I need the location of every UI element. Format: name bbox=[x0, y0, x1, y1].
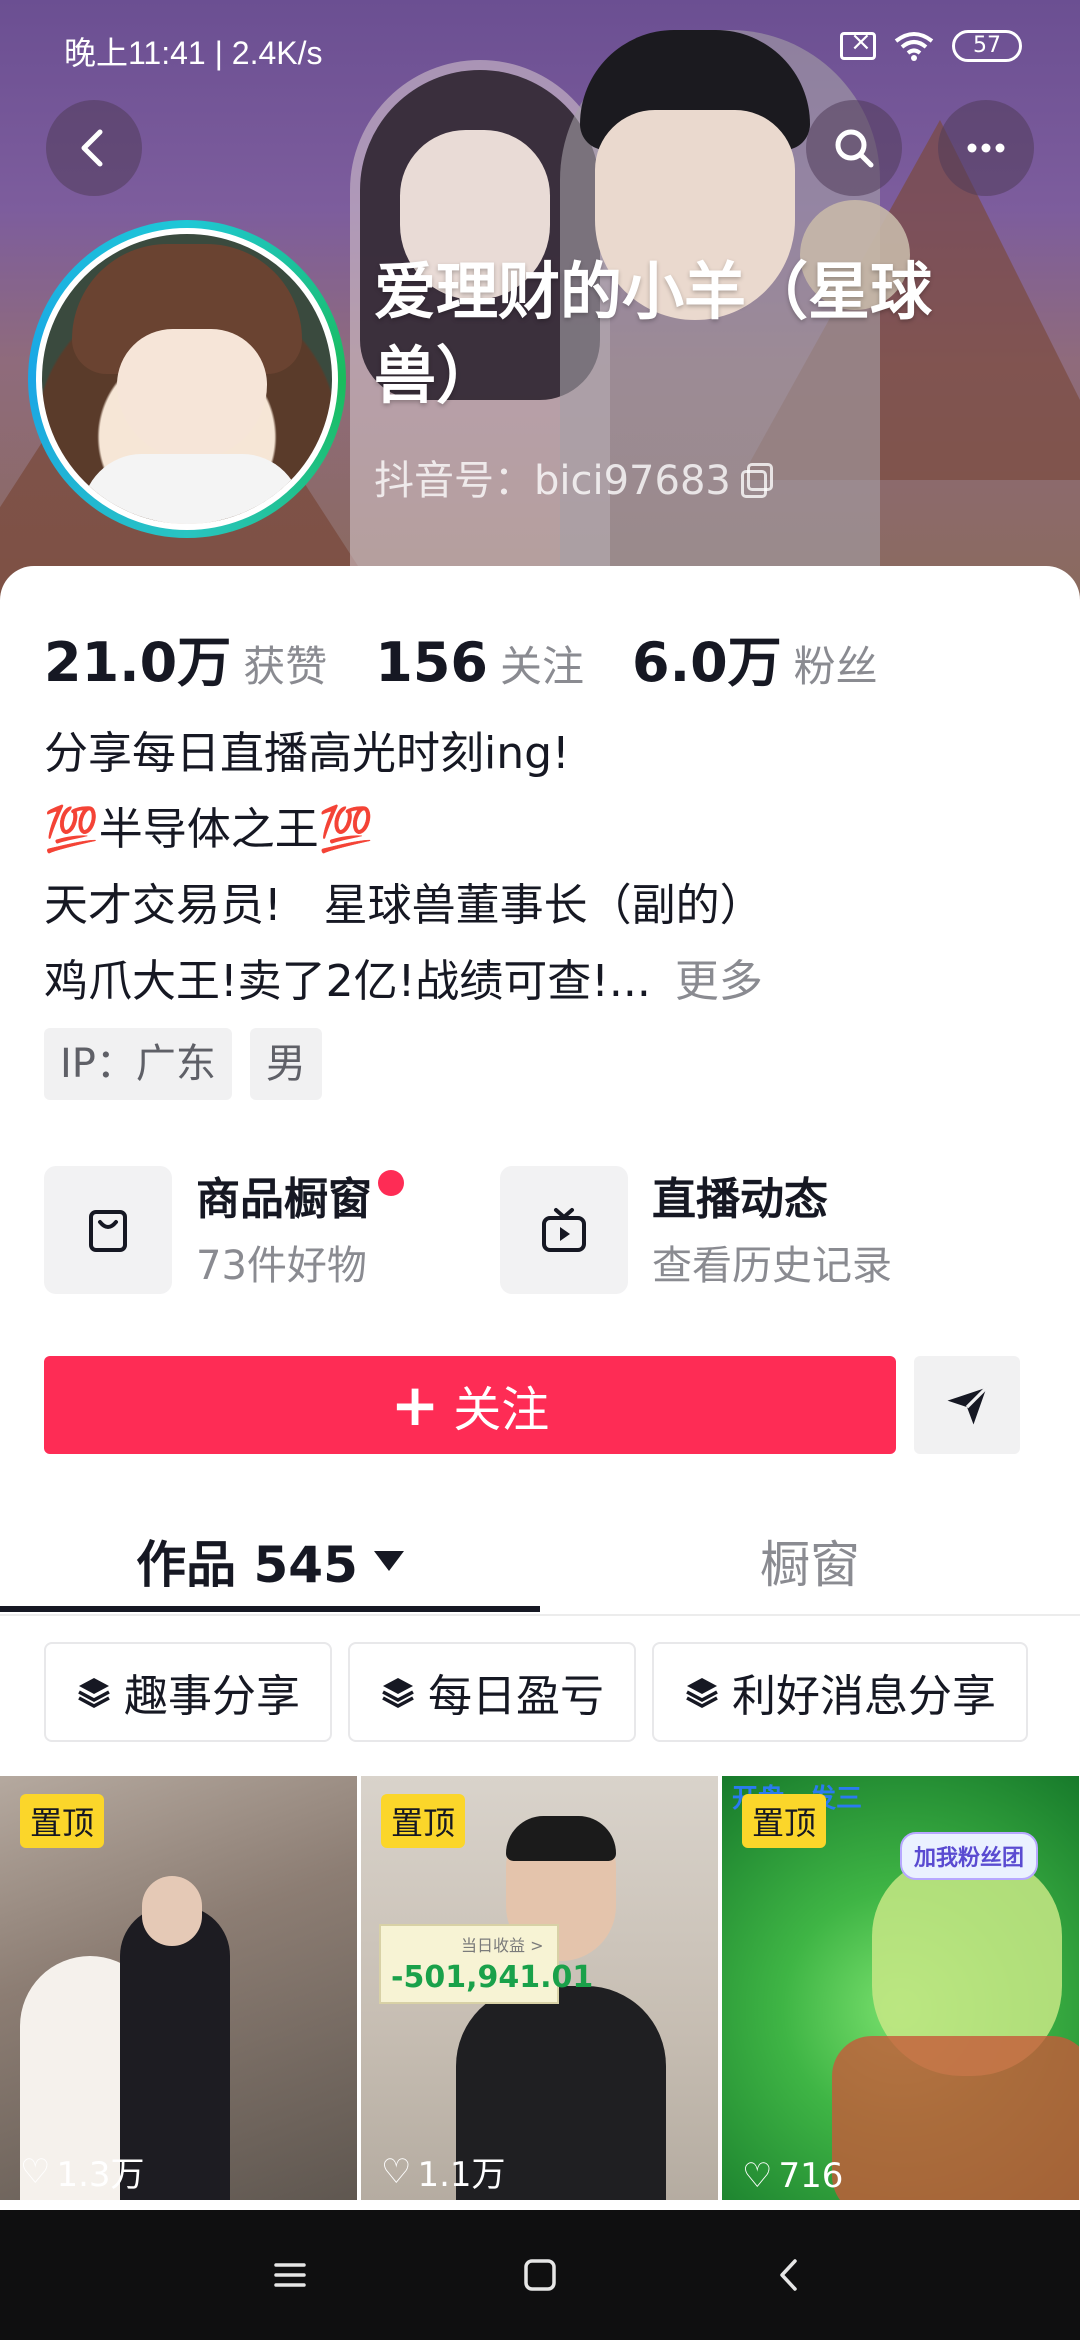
menu-icon[interactable] bbox=[260, 2245, 320, 2305]
pnl-overlay: 当日收益 > -501,941.01 bbox=[379, 1924, 593, 2004]
live-history-entry[interactable]: 直播动态 查看历史记录 bbox=[500, 1166, 892, 1296]
tab-works-label: 作品 545 bbox=[136, 1536, 358, 1594]
stat-following-label[interactable]: 关注 bbox=[500, 633, 584, 694]
collection-chip-pnl[interactable]: 每日盈亏 bbox=[348, 1642, 636, 1742]
tab-shop-window[interactable]: 橱窗 bbox=[540, 1506, 1080, 1616]
collection-chip-news[interactable]: 利好消息分享 bbox=[652, 1642, 1028, 1742]
thumb-scarf bbox=[832, 2036, 1079, 2200]
like-count: ♡ 1.3万 bbox=[20, 2151, 145, 2196]
status-icons: 57 bbox=[840, 27, 1022, 62]
bio[interactable]: 分享每日直播高光时刻ing! 💯半导体之王💯 天才交易员! 星球兽董事长（副的）… bbox=[44, 716, 764, 1020]
avatar-face bbox=[117, 329, 267, 459]
douyin-id-row[interactable]: 抖音号：bici97683 bbox=[374, 448, 773, 506]
collection-chip-label: 每日盈亏 bbox=[428, 1671, 604, 1722]
feature-entries: 商品橱窗 73件好物 直播动态 查看历史记录 bbox=[44, 1166, 1044, 1296]
bio-line-3: 天才交易员! 星球兽董事长（副的） bbox=[44, 880, 764, 931]
layers-icon bbox=[382, 1678, 414, 1708]
stats-row: 21.0万 获赞 156 关注 6.0万 粉丝 bbox=[44, 618, 926, 697]
stat-likes-value: 21.0万 bbox=[44, 631, 232, 694]
fan-club-badge: 加我粉丝团 bbox=[900, 1832, 1039, 1880]
more-button[interactable] bbox=[938, 100, 1034, 196]
status-bar: 晚上11:41 | 2.4K/s 57 bbox=[0, 0, 1080, 95]
thumb-groom-head bbox=[142, 1876, 202, 1946]
profile-card: 21.0万 获赞 156 关注 6.0万 粉丝 分享每日直播高光时刻ing! 💯… bbox=[0, 566, 1080, 2340]
follow-button[interactable]: + 关注 bbox=[44, 1356, 896, 1454]
system-nav-bar bbox=[0, 2210, 1080, 2340]
pinned-badge: 置顶 bbox=[381, 1794, 466, 1848]
heart-icon: ♡ bbox=[742, 2156, 773, 2196]
video-thumbnail[interactable]: 置顶 ♡ 1.3万 bbox=[0, 1776, 357, 2200]
hundred-emoji-icon: 💯 bbox=[44, 804, 99, 855]
douyin-id: 抖音号：bici97683 bbox=[374, 458, 731, 504]
back-arrow-icon bbox=[81, 129, 103, 167]
layers-icon bbox=[686, 1678, 718, 1708]
search-icon bbox=[835, 129, 874, 168]
plus-icon: + bbox=[390, 1371, 440, 1439]
profile-name: 爱理财的小羊（星球兽） bbox=[374, 255, 933, 412]
follow-label: 关注 bbox=[453, 1382, 550, 1438]
video-grid: 置顶 ♡1.3万 当日收益 >-501,941.01 置顶 ♡1.1万 开盘一发… bbox=[0, 1776, 1080, 2200]
copy-icon[interactable] bbox=[739, 461, 773, 498]
message-button[interactable] bbox=[914, 1356, 1020, 1454]
layers-icon bbox=[78, 1678, 110, 1708]
bio-line-2: 💯半导体之王💯 bbox=[44, 804, 374, 855]
shop-window-subtitle: 73件好物 bbox=[196, 1243, 367, 1289]
notification-dot bbox=[378, 1170, 404, 1196]
tab-works[interactable]: 作品 545 bbox=[0, 1506, 540, 1616]
collection-chip-label: 趣事分享 bbox=[124, 1671, 300, 1722]
stat-followers-value[interactable]: 6.0万 bbox=[632, 618, 782, 697]
search-button[interactable] bbox=[806, 100, 902, 196]
collection-chips: 趣事分享 每日盈亏 利好消息分享 bbox=[44, 1642, 1028, 1742]
live-history-title: 直播动态 bbox=[652, 1174, 828, 1225]
back-button[interactable] bbox=[46, 100, 142, 196]
wifi-icon bbox=[894, 32, 934, 61]
shopping-bag-icon bbox=[44, 1166, 172, 1294]
status-time: 晚上11:41 | 2.4K/s bbox=[64, 35, 323, 71]
heart-icon: ♡ bbox=[20, 2151, 51, 2192]
like-count: ♡ 716 bbox=[742, 2156, 844, 2196]
bio-line-1: 分享每日直播高光时刻ing! bbox=[44, 728, 570, 779]
no-sim-icon bbox=[840, 27, 876, 60]
thumb-hair bbox=[506, 1816, 616, 1861]
video-thumbnail[interactable]: 当日收益 > -501,941.01 置顶 ♡ 1.1万 bbox=[361, 1776, 718, 2200]
profile-tags: IP：广东 男 bbox=[44, 1028, 322, 1100]
send-icon bbox=[947, 1386, 988, 1425]
bio-line-4: 鸡爪大王!卖了2亿!战绩可查!... 更多 bbox=[44, 956, 763, 1007]
like-count: ♡ 1.1万 bbox=[381, 2151, 506, 2196]
system-back-icon[interactable] bbox=[760, 2245, 820, 2305]
stat-likes-label: 获赞 bbox=[243, 642, 328, 691]
bio-more-link[interactable]: 更多 bbox=[675, 956, 763, 1007]
caret-down-icon bbox=[373, 1551, 404, 1571]
tab-indicator bbox=[0, 1606, 540, 1612]
video-thumbnail[interactable]: 开盘一发三 加我粉丝团 置顶 ♡716 bbox=[722, 1776, 1079, 2200]
stat-following-value[interactable]: 156 bbox=[375, 631, 488, 694]
home-icon[interactable] bbox=[510, 2245, 570, 2305]
hundred-emoji-icon: 💯 bbox=[318, 804, 374, 855]
avatar-shirt bbox=[82, 454, 302, 524]
shop-window-title: 商品橱窗 bbox=[196, 1170, 404, 1230]
ip-location-tag: IP：广东 bbox=[44, 1028, 232, 1100]
shop-window-entry[interactable]: 商品橱窗 73件好物 bbox=[44, 1166, 404, 1296]
content-tabs: 作品 545 橱窗 bbox=[0, 1506, 1080, 1616]
live-history-subtitle: 查看历史记录 bbox=[652, 1243, 892, 1289]
avatar[interactable] bbox=[36, 228, 338, 530]
pinned-badge: 置顶 bbox=[20, 1794, 105, 1848]
stat-followers-label[interactable]: 粉丝 bbox=[794, 633, 878, 694]
collection-chip-fun[interactable]: 趣事分享 bbox=[44, 1642, 332, 1742]
more-dots-icon bbox=[967, 143, 1005, 153]
heart-icon: ♡ bbox=[381, 2151, 412, 2192]
pinned-badge: 置顶 bbox=[742, 1794, 827, 1848]
avatar-live-ring[interactable] bbox=[28, 220, 346, 538]
battery-icon: 57 bbox=[952, 30, 1022, 62]
gender-tag: 男 bbox=[249, 1028, 322, 1100]
collection-chip-label: 利好消息分享 bbox=[732, 1671, 996, 1722]
tv-icon bbox=[500, 1166, 628, 1294]
